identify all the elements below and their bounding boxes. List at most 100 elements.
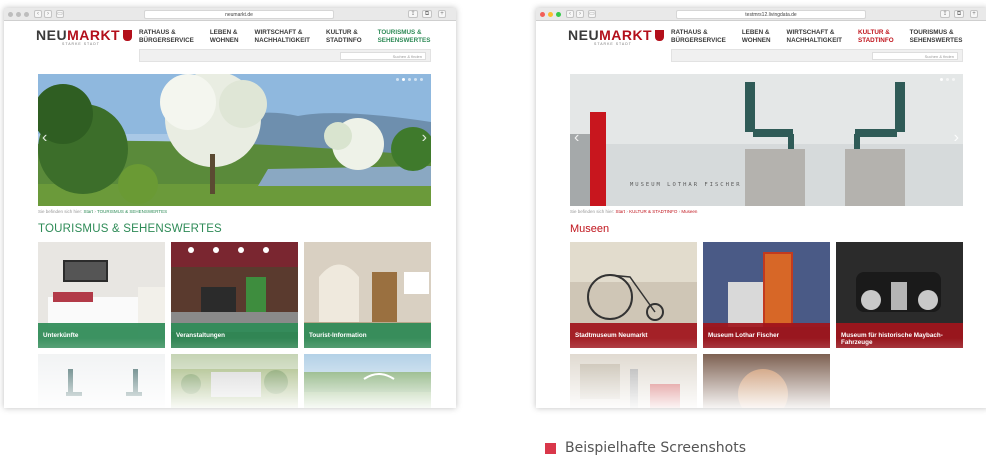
tile-tourist-information[interactable]: Tourist-Information [304,242,431,348]
url-text: testmrs12.livingdata.de [745,12,797,18]
lake-image [304,354,431,408]
breadcrumb-section[interactable]: KULTUR & STADTINFO [629,209,677,214]
tile-4[interactable] [38,354,165,408]
nav-item-rathaus[interactable]: RATHAUS & BÜRGERSERVICE [671,29,726,44]
zoom-window-button[interactable] [556,12,561,17]
caption: Beispielhafte Screenshots [545,440,746,456]
forward-icon[interactable]: › [44,10,52,18]
tile-label: Tourist-Information [304,323,431,348]
browser-window-left: ‹ › ▭ neumarkt.de ⇪ ⧉ + NEUMARKT STARKE … [4,8,456,408]
nav-item-kultur[interactable]: KULTUR & STADTINFO [326,29,362,44]
tile-6[interactable] [304,354,431,408]
browser-toolbar: ‹ › ▭ neumarkt.de ⇪ ⧉ + [4,8,456,21]
aerial-park-image [171,354,298,408]
page-title: TOURISMUS & SEHENSWERTES [38,223,222,235]
search-input[interactable]: Suchen & finden [340,52,426,60]
address-bar[interactable]: testmrs12.livingdata.de [676,10,866,19]
share-icon[interactable]: ⇪ [940,10,950,18]
back-icon[interactable]: ‹ [566,10,574,18]
nav-item-wirtschaft[interactable]: WIRTSCHAFT & NACHHALTIGKEIT [255,29,311,44]
nav-item-tourismus[interactable]: TOURISMUS & SEHENSWERTES [910,29,963,44]
tile-4[interactable] [570,354,697,408]
tile-label: Stadtmuseum Neumarkt [570,323,697,348]
exhibition-image [570,354,697,408]
window-controls [8,12,29,17]
nav-item-leben[interactable]: LEBEN & WOHNEN [742,29,771,44]
slider-pager [396,78,423,81]
tile-label: Museum für historische Maybach-Fahrzeuge [836,323,963,348]
slider-dot[interactable] [396,78,399,81]
tile-lothar-fischer[interactable]: Museum Lothar Fischer [703,242,830,348]
tile-label: Museum Lothar Fischer [703,323,830,348]
coat-of-arms-icon [123,30,133,41]
search-bar: Suchen & finden [139,49,431,62]
slider-dot[interactable] [420,78,423,81]
share-icon[interactable]: ⇪ [408,10,418,18]
breadcrumb-start[interactable]: Start [84,209,94,214]
slider-pager [940,78,955,81]
hero-image-landscape [38,74,431,206]
browser-toolbar: ‹ › ▭ testmrs12.livingdata.de ⇪ ⧉ + [536,8,986,21]
sidebar-icon[interactable]: ▭ [588,10,596,18]
slider-dot-active[interactable] [402,78,405,81]
tile-label: Unterkünfte [38,323,165,348]
slider-next-icon[interactable]: › [422,129,427,147]
tile-5[interactable] [703,354,830,408]
neumarkt-logo[interactable]: NEUMARKT [568,27,665,43]
site-header: NEUMARKT STARKE STADT RATHAUS & BÜRGERSE… [536,21,986,71]
address-bar[interactable]: neumarkt.de [144,10,334,19]
hero-slider[interactable]: MUSEUM LOTHAR FISCHER ‹ › [570,74,963,206]
tabs-icon[interactable]: ⧉ [422,10,432,18]
slider-dot[interactable] [946,78,949,81]
neumarkt-logo[interactable]: NEUMARKT [36,27,133,43]
tile-stadtmuseum[interactable]: Stadtmuseum Neumarkt [570,242,697,348]
new-tab-icon[interactable]: + [438,10,446,18]
search-input[interactable]: Suchen & finden [872,52,958,60]
breadcrumb-start[interactable]: Start [616,209,626,214]
hero-slider[interactable]: ‹ › [38,74,431,206]
nav-item-tourismus[interactable]: TOURISMUS & SEHENSWERTES [378,29,431,44]
nav-item-kultur[interactable]: KULTUR & STADTINFO [858,29,894,44]
minimize-window-button[interactable] [548,12,553,17]
breadcrumb-prefix: Sie befinden sich hier: [570,209,615,214]
site-header: NEUMARKT STARKE STADT RATHAUS & BÜRGERSE… [4,21,456,71]
new-tab-icon[interactable]: + [970,10,978,18]
logo-text-neu: NEU [568,27,600,43]
window-controls [540,12,561,17]
tile-maybach[interactable]: Museum für historische Maybach-Fahrzeuge [836,242,963,348]
zoom-window-button[interactable] [24,12,29,17]
hero-image-museum: MUSEUM LOTHAR FISCHER [570,74,963,206]
sculpture-image [38,354,165,408]
forward-icon[interactable]: › [576,10,584,18]
nav-item-rathaus[interactable]: RATHAUS & BÜRGERSERVICE [139,29,194,44]
slider-dot-active[interactable] [940,78,943,81]
breadcrumb-prefix: Sie befinden sich hier: [38,209,83,214]
tile-unterkuenfte[interactable]: Unterkünfte [38,242,165,348]
tile-veranstaltungen[interactable]: Veranstaltungen [171,242,298,348]
slider-dot[interactable] [952,78,955,81]
close-window-button[interactable] [8,12,13,17]
slider-prev-icon[interactable]: ‹ [574,129,579,147]
breadcrumb-current[interactable]: TOURISMUS & SEHENSWERTES [97,209,167,214]
close-window-button[interactable] [540,12,545,17]
main-nav: RATHAUS & BÜRGERSERVICE LEBEN & WOHNEN W… [671,29,978,44]
sidebar-icon[interactable]: ▭ [56,10,64,18]
nav-item-leben[interactable]: LEBEN & WOHNEN [210,29,239,44]
page-title: Museen [570,223,610,235]
logo-text-neu: NEU [36,27,68,43]
slider-prev-icon[interactable]: ‹ [42,129,47,147]
tabs-icon[interactable]: ⧉ [954,10,964,18]
slider-dot[interactable] [408,78,411,81]
slider-next-icon[interactable]: › [954,129,959,147]
search-bar: Suchen & finden [671,49,963,62]
slider-dot[interactable] [414,78,417,81]
tile-5[interactable] [171,354,298,408]
coat-of-arms-icon [655,30,665,41]
breadcrumb-current[interactable]: Museen [681,209,697,214]
browser-window-right: ‹ › ▭ testmrs12.livingdata.de ⇪ ⧉ + NEUM… [536,8,986,408]
brewery-image [703,354,830,408]
nav-item-wirtschaft[interactable]: WIRTSCHAFT & NACHHALTIGKEIT [787,29,843,44]
minimize-window-button[interactable] [16,12,21,17]
back-icon[interactable]: ‹ [34,10,42,18]
logo-tagline: STARKE STADT [62,42,100,46]
